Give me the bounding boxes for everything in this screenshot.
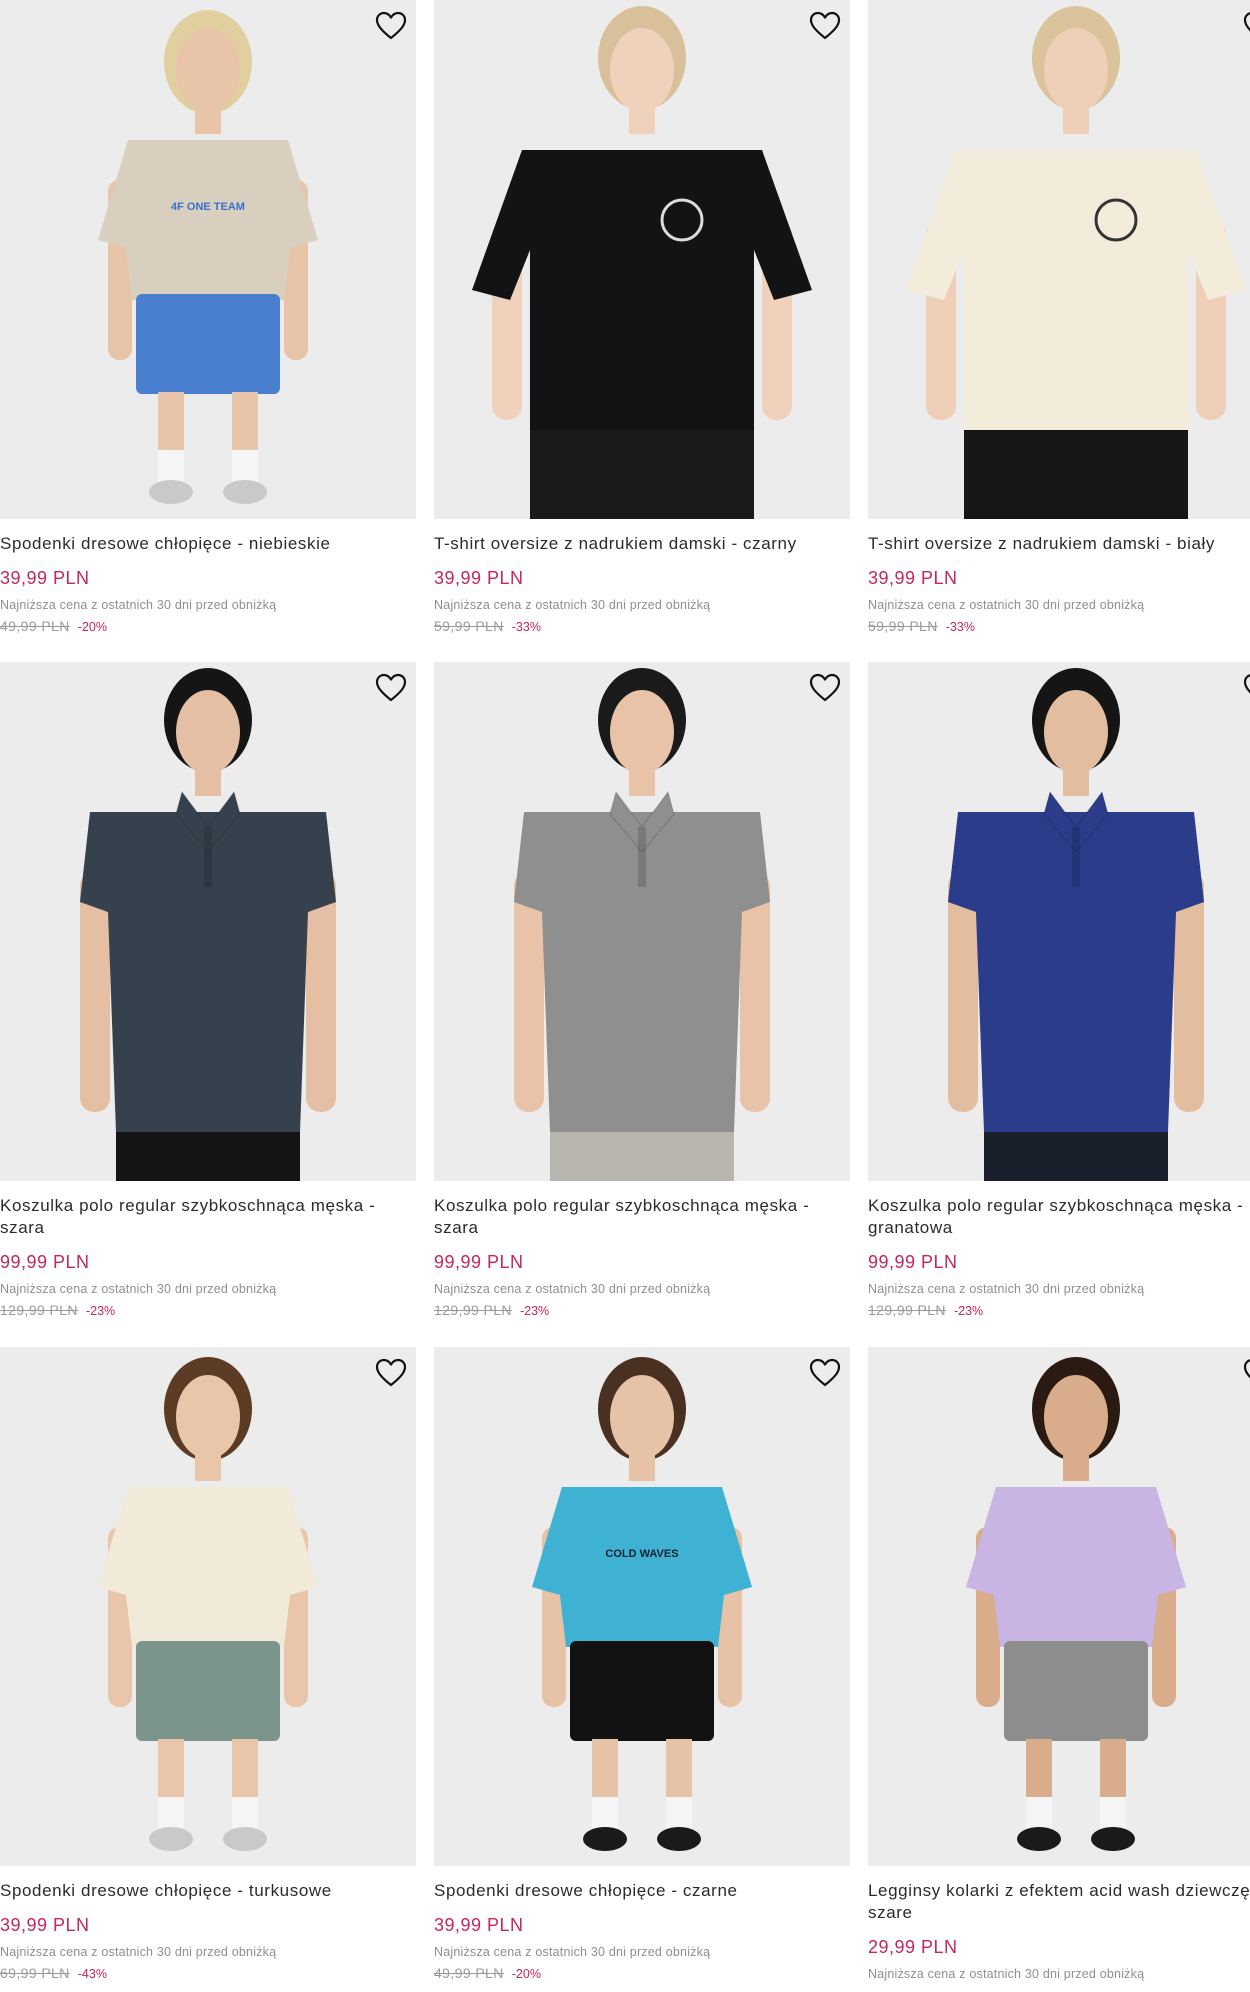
model-figure	[532, 1357, 752, 1851]
lowest-price-note: Najniższa cena z ostatnich 30 dni przed …	[434, 1282, 711, 1296]
product-image[interactable]	[434, 662, 850, 1181]
product-image[interactable]	[434, 0, 850, 519]
product-title[interactable]: Koszulka polo regular szybkoschnąca męsk…	[868, 1195, 1250, 1239]
product-image[interactable]	[868, 0, 1250, 519]
model-figure	[98, 10, 318, 504]
product-image[interactable]	[0, 662, 416, 1181]
discount-badge: -23%	[85, 1304, 116, 1318]
wishlist-heart-icon[interactable]	[1242, 672, 1250, 704]
product-price: 39,99 PLN	[868, 568, 958, 588]
lowest-price-note: Najniższa cena z ostatnich 30 dni przed …	[868, 1282, 1145, 1296]
discount-badge: -20%	[77, 620, 107, 634]
product-image[interactable]	[0, 1347, 416, 1866]
print-text: COLD WAVES	[605, 1548, 678, 1560]
model-figure	[472, 6, 812, 519]
lowest-price-note: Najniższa cena z ostatnich 30 dni przed …	[434, 598, 711, 612]
discount-badge: -20%	[511, 1967, 541, 1981]
old-price-row: 129,99 PLN -23%	[868, 1302, 983, 1318]
wishlist-heart-icon[interactable]	[374, 672, 408, 704]
old-price: 59,99 PLN	[434, 618, 504, 634]
old-price: 129,99 PLN	[0, 1302, 78, 1318]
product-title[interactable]: Koszulka polo regular szybkoschnąca męsk…	[0, 1195, 416, 1239]
product-price: 39,99 PLN	[434, 568, 524, 588]
product-price: 99,99 PLN	[434, 1252, 524, 1272]
old-price-row: 59,99 PLN -33%	[868, 618, 975, 634]
old-price: 69,99 PLN	[0, 1965, 70, 1981]
product-price: 29,99 PLN	[868, 1937, 958, 1957]
model-figure	[80, 668, 336, 1181]
product-price: 39,99 PLN	[0, 568, 90, 588]
model-figure	[948, 668, 1204, 1181]
old-price-row: 129,99 PLN -23%	[0, 1302, 115, 1318]
lowest-price-note: Najniższa cena z ostatnich 30 dni przed …	[0, 598, 277, 612]
lowest-price-note: Najniższa cena z ostatnich 30 dni przed …	[868, 1967, 1145, 1981]
old-price: 129,99 PLN	[434, 1302, 512, 1318]
lowest-price-note: Najniższa cena z ostatnich 30 dni przed …	[0, 1282, 277, 1296]
wishlist-heart-icon[interactable]	[374, 1357, 408, 1389]
product-title[interactable]: Legginsy kolarki z efektem acid wash dzi…	[868, 1880, 1250, 1924]
wishlist-heart-icon[interactable]	[808, 1357, 842, 1389]
product-title[interactable]: Spodenki dresowe chłopięce - niebieskie	[0, 533, 416, 555]
old-price-row: 69,99 PLN -43%	[0, 1965, 107, 1981]
discount-badge: -23%	[953, 1304, 984, 1318]
discount-badge: -23%	[519, 1304, 550, 1318]
wishlist-heart-icon[interactable]	[1242, 1357, 1250, 1389]
product-title[interactable]: Koszulka polo regular szybkoschnąca męsk…	[434, 1195, 850, 1239]
discount-badge: -33%	[945, 620, 975, 634]
product-image[interactable]: COLD WAVES	[434, 1347, 850, 1866]
old-price: 49,99 PLN	[0, 618, 70, 634]
wishlist-heart-icon[interactable]	[374, 10, 408, 42]
product-grid: 4F ONE TEAM Spodenki dresowe chłopięce - …	[0, 0, 1250, 1992]
model-figure	[906, 6, 1246, 519]
wishlist-heart-icon[interactable]	[808, 672, 842, 704]
old-price-row: 59,99 PLN -33%	[434, 618, 541, 634]
product-title[interactable]: Spodenki dresowe chłopięce - czarne	[434, 1880, 850, 1902]
old-price-row: 129,99 PLN -23%	[434, 1302, 549, 1318]
product-price: 99,99 PLN	[868, 1252, 958, 1272]
wishlist-heart-icon[interactable]	[808, 10, 842, 42]
product-price: 39,99 PLN	[0, 1915, 90, 1935]
old-price-row: 49,99 PLN -20%	[434, 1965, 541, 1981]
discount-badge: -33%	[511, 620, 541, 634]
old-price: 59,99 PLN	[868, 618, 938, 634]
old-price: 49,99 PLN	[434, 1965, 504, 1981]
product-title[interactable]: Spodenki dresowe chłopięce - turkusowe	[0, 1880, 416, 1902]
old-price: 129,99 PLN	[868, 1302, 946, 1318]
product-title[interactable]: T-shirt oversize z nadrukiem damski - cz…	[434, 533, 850, 555]
product-image[interactable]	[868, 662, 1250, 1181]
product-image[interactable]: 4F ONE TEAM	[0, 0, 416, 519]
product-image[interactable]	[868, 1347, 1250, 1866]
wishlist-heart-icon[interactable]	[1242, 10, 1250, 42]
discount-badge: -43%	[77, 1967, 107, 1981]
old-price-row: 49,99 PLN -20%	[0, 618, 107, 634]
product-price: 39,99 PLN	[434, 1915, 524, 1935]
model-figure	[514, 668, 770, 1181]
model-figure	[98, 1357, 318, 1851]
lowest-price-note: Najniższa cena z ostatnich 30 dni przed …	[0, 1945, 277, 1959]
lowest-price-note: Najniższa cena z ostatnich 30 dni przed …	[434, 1945, 711, 1959]
product-price: 99,99 PLN	[0, 1252, 90, 1272]
model-figure	[966, 1357, 1186, 1851]
print-text: 4F ONE TEAM	[171, 201, 245, 213]
lowest-price-note: Najniższa cena z ostatnich 30 dni przed …	[868, 598, 1145, 612]
product-title[interactable]: T-shirt oversize z nadrukiem damski - bi…	[868, 533, 1250, 555]
